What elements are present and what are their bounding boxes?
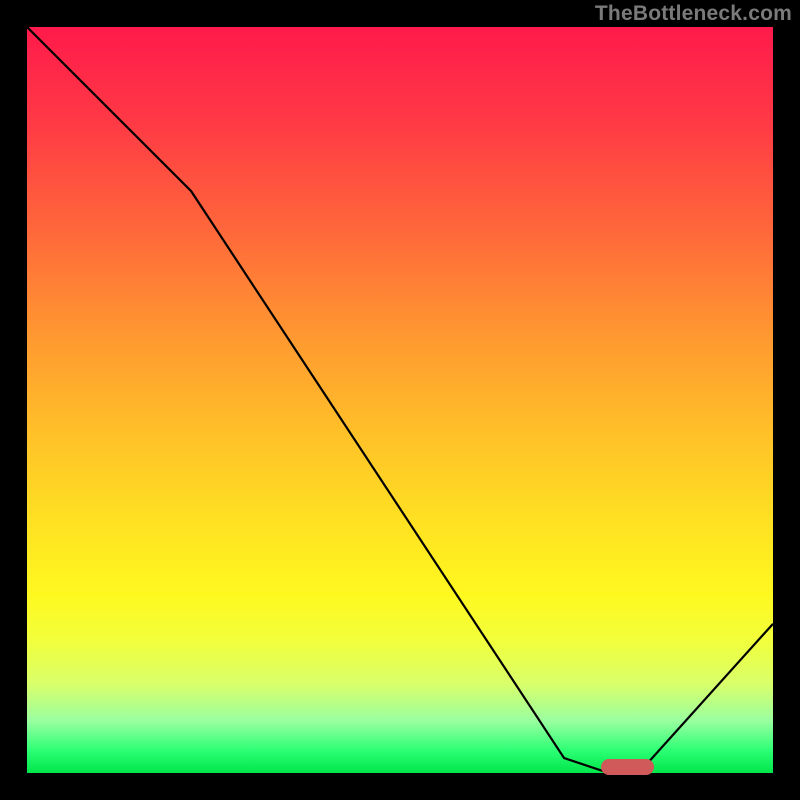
plot-area [27, 27, 773, 773]
optimal-range-marker [601, 759, 653, 775]
bottleneck-chart: TheBottleneck.com [0, 0, 800, 800]
watermark-text: TheBottleneck.com [595, 2, 792, 26]
bottleneck-curve [27, 27, 773, 773]
